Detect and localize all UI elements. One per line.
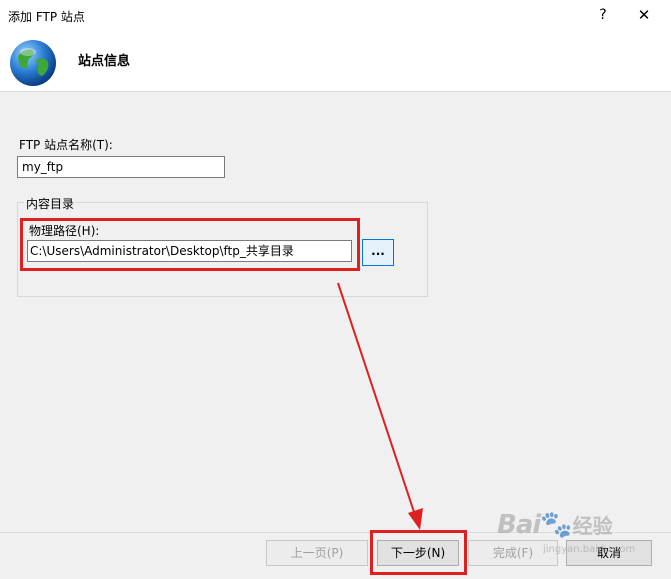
watermark-url: jingyan.baidu.com — [543, 544, 636, 555]
watermark-brand-cn: 经验 — [572, 514, 613, 538]
previous-button[interactable]: 上一页(P) — [266, 540, 368, 566]
paw-icon: 🐾 — [540, 510, 573, 540]
annotation-arrow — [337, 282, 423, 530]
annotation-highlight-next — [370, 530, 467, 575]
watermark: Bai🐾经验 jingyan.baidu.com — [497, 510, 635, 555]
watermark-brand: Bai — [497, 510, 541, 540]
